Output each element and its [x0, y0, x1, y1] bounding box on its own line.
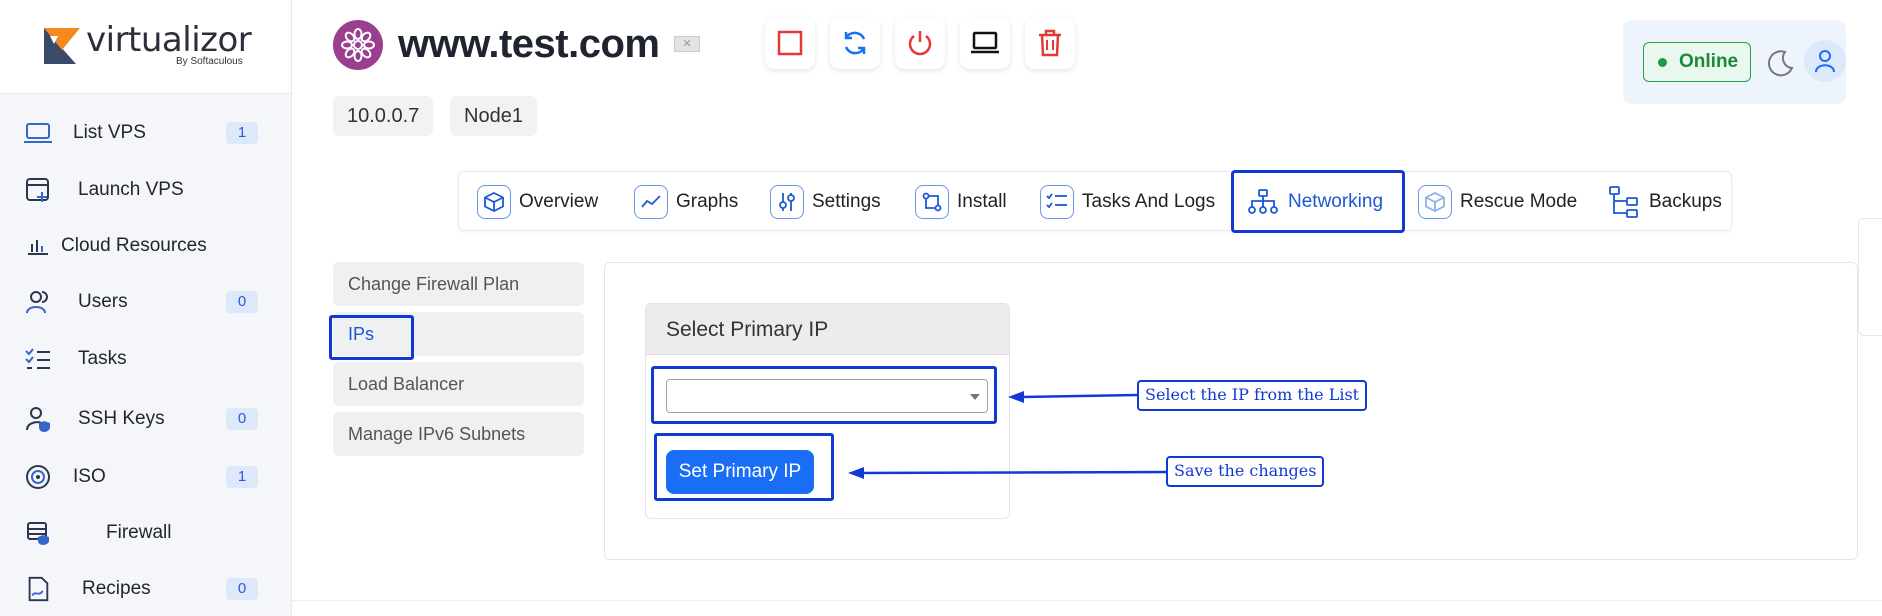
- node-pill: Node1: [450, 96, 537, 136]
- sidebar-item-label: Recipes: [82, 578, 151, 599]
- count-badge: 1: [226, 122, 258, 144]
- tab-networking[interactable]: Networking: [1246, 172, 1383, 232]
- restart-button[interactable]: [830, 17, 880, 69]
- stop-icon: [777, 30, 803, 56]
- sidebar-item-label: Tasks: [78, 348, 127, 369]
- primary-ip-select[interactable]: [666, 379, 988, 413]
- sidebar-item-label: Cloud Resources: [61, 235, 207, 256]
- sidebar-item-label: Users: [78, 291, 128, 312]
- firewall-icon: [24, 519, 52, 547]
- users-icon: [24, 288, 52, 316]
- sidebar-item-cloud-resources[interactable]: Cloud Resources: [0, 223, 292, 269]
- ip-pill: 10.0.0.7: [333, 96, 434, 136]
- status-panel: Online: [1623, 20, 1846, 104]
- tab-label: Install: [957, 191, 1007, 212]
- sidebar-item-label: Firewall: [106, 522, 172, 543]
- tab-install[interactable]: Install: [915, 172, 1007, 232]
- status-dot-icon: [1658, 58, 1667, 67]
- power-off-button[interactable]: [895, 17, 945, 69]
- user-menu-button[interactable]: [1804, 40, 1846, 82]
- tab-label: Overview: [519, 191, 599, 212]
- checklist-icon: [1040, 185, 1074, 219]
- card-title: Select Primary IP: [646, 304, 1009, 355]
- tab-label: Settings: [812, 191, 881, 212]
- status-label: Online: [1679, 51, 1739, 72]
- install-icon: [915, 185, 949, 219]
- os-flag-icon: ✕: [674, 36, 700, 52]
- tab-tasks-and-logs[interactable]: Tasks And Logs: [1040, 172, 1215, 232]
- power-icon: [908, 31, 932, 56]
- cube-icon: [477, 185, 511, 219]
- count-badge: 1: [226, 466, 258, 488]
- brand-sub: By Softaculous: [176, 56, 243, 67]
- divider: [292, 600, 1882, 601]
- count-badge: 0: [226, 291, 258, 313]
- sidebar-item-recipes[interactable]: Recipes 0: [0, 566, 292, 612]
- user-icon: [1815, 50, 1835, 73]
- sidebar-item-users[interactable]: Users 0: [0, 279, 292, 325]
- chart-icon: [24, 232, 52, 260]
- submenu-manage-ipv6-subnets[interactable]: Manage IPv6 Subnets: [333, 412, 584, 456]
- sidebar-item-firewall[interactable]: Firewall: [0, 510, 292, 556]
- sidebar-item-label: SSH Keys: [78, 408, 165, 429]
- moon-icon[interactable]: [1765, 48, 1795, 78]
- sidebar-item-launch-vps[interactable]: Launch VPS: [0, 167, 292, 213]
- delete-button[interactable]: [1025, 17, 1075, 69]
- tab-graphs[interactable]: Graphs: [634, 172, 738, 232]
- flower-icon: [341, 28, 375, 62]
- sidebar-item-iso[interactable]: ISO 1: [0, 454, 292, 500]
- tab-label: Rescue Mode: [1460, 191, 1578, 212]
- sidebar-item-ssh-keys[interactable]: SSH Keys 0: [0, 396, 292, 442]
- sliders-icon: [770, 185, 804, 219]
- sidebar-item-label: ISO: [73, 466, 106, 487]
- vps-tab-bar: Overview Graphs Settings Install Tasks A…: [458, 171, 1732, 231]
- tab-backups[interactable]: Backups: [1607, 172, 1722, 232]
- network-icon: [1246, 185, 1280, 219]
- virtualizor-logo-icon: [44, 28, 80, 64]
- sidebar: virtualizor By Softaculous List VPS 1 La…: [0, 0, 292, 616]
- online-status-badge: Online: [1643, 42, 1751, 82]
- callout-save-changes: Save the changes: [1166, 456, 1325, 487]
- submenu-ips[interactable]: IPs: [333, 312, 584, 356]
- site-avatar: [333, 20, 383, 70]
- tab-label: Networking: [1288, 191, 1384, 212]
- graph-icon: [634, 185, 668, 219]
- count-badge: 0: [226, 408, 258, 430]
- recipe-icon: [24, 575, 52, 603]
- submenu-change-firewall-plan[interactable]: Change Firewall Plan: [333, 262, 584, 306]
- disc-icon: [24, 463, 52, 491]
- callout-select-ip: Select the IP from the List: [1137, 380, 1368, 411]
- brand-logo[interactable]: virtualizor By Softaculous: [0, 0, 291, 94]
- vnc-console-button[interactable]: [960, 17, 1010, 69]
- count-badge: 0: [226, 578, 258, 600]
- set-primary-ip-button[interactable]: Set Primary IP: [666, 450, 814, 494]
- tab-rescue-mode[interactable]: Rescue Mode: [1418, 172, 1577, 232]
- laptop-icon: [24, 119, 52, 147]
- tasks-icon: [24, 345, 52, 373]
- rescue-icon: [1418, 185, 1452, 219]
- trash-icon: [1039, 29, 1061, 57]
- tab-overview[interactable]: Overview: [477, 172, 598, 232]
- key-user-icon: [24, 405, 52, 433]
- tab-settings[interactable]: Settings: [770, 172, 881, 232]
- tab-label: Backups: [1649, 191, 1722, 212]
- tab-label: Graphs: [676, 191, 739, 212]
- submenu-load-balancer[interactable]: Load Balancer: [333, 362, 584, 406]
- sidebar-item-tasks[interactable]: Tasks: [0, 336, 292, 382]
- brand-name: virtualizor: [86, 20, 252, 60]
- stop-button[interactable]: [765, 17, 815, 69]
- sidebar-item-list-vps[interactable]: List VPS 1: [0, 110, 292, 156]
- sidebar-item-label: Launch VPS: [78, 179, 184, 200]
- chevron-down-icon: [970, 394, 980, 400]
- page-title: www.test.com: [398, 22, 660, 66]
- laptop-icon: [971, 31, 999, 54]
- tab-label: Tasks And Logs: [1082, 191, 1216, 212]
- backup-icon: [1607, 185, 1641, 219]
- sidebar-item-label: List VPS: [73, 122, 146, 143]
- side-drawer-handle[interactable]: [1858, 218, 1882, 336]
- restart-icon: [844, 31, 866, 55]
- launch-icon: [24, 176, 52, 204]
- app-root: virtualizor By Softaculous List VPS 1 La…: [0, 0, 1882, 616]
